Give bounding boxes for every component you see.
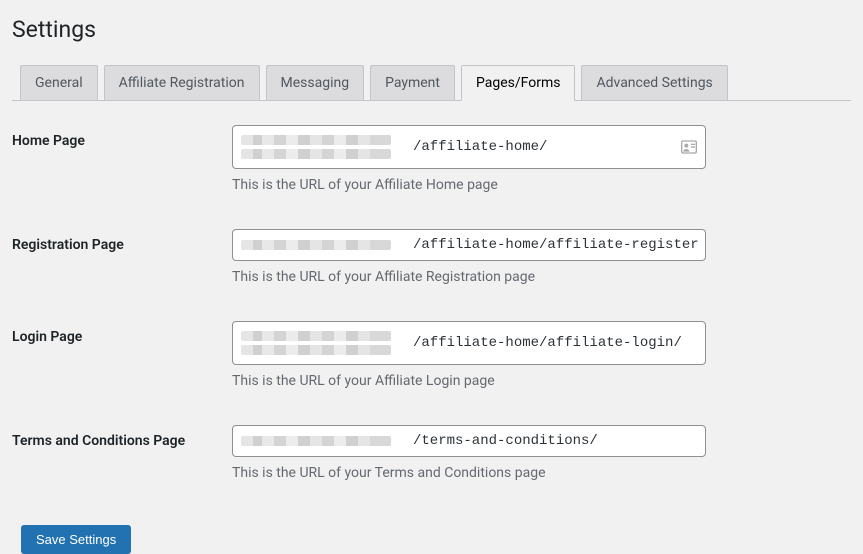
tab-affiliate-registration[interactable]: Affiliate Registration bbox=[104, 65, 260, 101]
terms-page-label: Terms and Conditions Page bbox=[12, 425, 232, 449]
home-page-label: Home Page bbox=[12, 125, 232, 149]
page-title: Settings bbox=[12, 16, 851, 43]
registration-page-input-group bbox=[232, 229, 706, 261]
tab-payment[interactable]: Payment bbox=[370, 65, 455, 101]
tab-messaging[interactable]: Messaging bbox=[266, 65, 365, 101]
terms-page-input-group bbox=[232, 425, 706, 457]
home-page-input[interactable] bbox=[407, 126, 705, 168]
terms-page-input[interactable] bbox=[407, 426, 705, 456]
login-page-input[interactable] bbox=[407, 322, 705, 364]
registration-page-label: Registration Page bbox=[12, 229, 232, 253]
save-settings-button[interactable]: Save Settings bbox=[21, 525, 131, 554]
terms-page-url-prefix bbox=[233, 426, 407, 456]
registration-page-url-prefix bbox=[233, 230, 407, 260]
form-area: Home Page This is the URL of your Affili… bbox=[12, 101, 851, 554]
tab-pages-forms[interactable]: Pages/Forms bbox=[461, 65, 576, 101]
home-page-input-group bbox=[232, 125, 706, 169]
login-page-input-group bbox=[232, 321, 706, 365]
login-page-help: This is the URL of your Affiliate Login … bbox=[232, 373, 706, 389]
contacts-icon[interactable] bbox=[681, 140, 697, 154]
home-page-url-prefix bbox=[233, 126, 407, 168]
registration-page-help: This is the URL of your Affiliate Regist… bbox=[232, 269, 706, 285]
terms-page-help: This is the URL of your Terms and Condit… bbox=[232, 465, 706, 481]
login-page-url-prefix bbox=[233, 322, 407, 364]
tab-general[interactable]: General bbox=[20, 65, 98, 101]
registration-page-input[interactable] bbox=[407, 230, 705, 260]
login-page-label: Login Page bbox=[12, 321, 232, 345]
home-page-help: This is the URL of your Affiliate Home p… bbox=[232, 177, 706, 193]
tab-bar: General Affiliate Registration Messaging… bbox=[12, 65, 851, 101]
tab-advanced-settings[interactable]: Advanced Settings bbox=[581, 65, 727, 101]
